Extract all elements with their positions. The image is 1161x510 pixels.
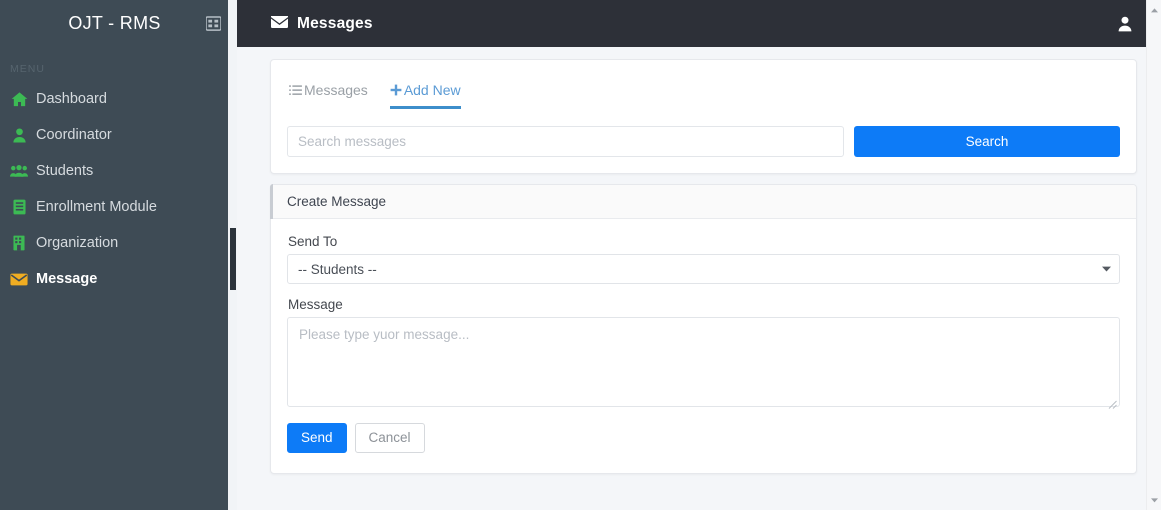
tab-label: Messages bbox=[304, 82, 368, 98]
grid-icon[interactable] bbox=[203, 14, 223, 34]
scroll-up-icon[interactable] bbox=[1147, 3, 1161, 18]
create-message-header: Create Message bbox=[271, 185, 1136, 219]
search-row: Search bbox=[287, 126, 1120, 157]
sidebar-item-label: Organization bbox=[36, 235, 119, 251]
message-textarea[interactable] bbox=[287, 317, 1120, 407]
send-to-label: Send To bbox=[288, 234, 338, 249]
envelope-icon bbox=[271, 15, 288, 33]
send-to-select[interactable]: -- Students -- bbox=[287, 254, 1120, 284]
menu-section-label: MENU bbox=[10, 63, 45, 75]
tab-label: Add New bbox=[403, 82, 461, 98]
building-icon bbox=[10, 235, 28, 251]
form-actions: Send Cancel bbox=[287, 423, 1120, 453]
app-root: OJT - RMS MENU Dashboard Coordinator Stu… bbox=[0, 0, 1161, 510]
sidebar-brand: OJT - RMS bbox=[0, 0, 237, 47]
search-input[interactable] bbox=[287, 126, 844, 157]
cancel-button[interactable]: Cancel bbox=[354, 423, 425, 453]
message-field bbox=[287, 317, 1120, 409]
topbar: Messages bbox=[237, 0, 1161, 47]
sidebar-item-label: Dashboard bbox=[36, 91, 107, 107]
content: Messages Add New Search messages Search … bbox=[237, 47, 1161, 474]
message-label: Message bbox=[288, 297, 343, 312]
sidebar-nav: Dashboard Coordinator Students Enrollmen… bbox=[0, 81, 237, 297]
page-scrollbar[interactable] bbox=[1146, 0, 1161, 510]
sidebar-item-label: Enrollment Module bbox=[36, 199, 157, 215]
sidebar-item-label: Students bbox=[36, 163, 94, 179]
send-button[interactable]: Send bbox=[287, 423, 347, 453]
main-area: Messages Messages Add New Search message… bbox=[237, 0, 1161, 510]
sidebar-item-organization[interactable]: Organization bbox=[0, 225, 237, 261]
tabs-card: Messages Add New Search messages Search bbox=[270, 59, 1137, 174]
send-to-field: -- Students -- bbox=[287, 254, 1120, 284]
sidebar-item-enrollment-module[interactable]: Enrollment Module bbox=[0, 189, 237, 225]
create-message-body: Send To -- Students -- Message Please ty… bbox=[271, 219, 1136, 473]
envelope-icon bbox=[10, 271, 28, 287]
home-icon bbox=[10, 91, 28, 107]
sidebar-item-students[interactable]: Students bbox=[0, 153, 237, 189]
sidebar-item-label: Coordinator bbox=[36, 127, 112, 143]
brand-title: OJT - RMS bbox=[68, 13, 161, 33]
plus-icon bbox=[390, 84, 402, 96]
sidebar-scrollbar-thumb[interactable] bbox=[230, 228, 236, 290]
sidebar-item-coordinator[interactable]: Coordinator bbox=[0, 117, 237, 153]
scroll-down-icon[interactable] bbox=[1147, 493, 1161, 508]
create-message-card: Create Message Send To -- Students -- Me… bbox=[270, 184, 1137, 474]
search-button[interactable]: Search bbox=[854, 126, 1120, 157]
sidebar-item-label: Message bbox=[36, 271, 98, 287]
tab-add-new[interactable]: Add New bbox=[389, 82, 461, 109]
user-icon bbox=[10, 127, 28, 143]
sidebar-item-message[interactable]: Message bbox=[0, 261, 237, 297]
page-title-text: Messages bbox=[297, 14, 373, 32]
sidebar-item-dashboard[interactable]: Dashboard bbox=[0, 81, 237, 117]
tab-bar: Messages Add New bbox=[287, 82, 1120, 109]
sidebar: OJT - RMS MENU Dashboard Coordinator Stu… bbox=[0, 0, 237, 510]
list-icon bbox=[289, 84, 302, 96]
book-icon bbox=[10, 199, 28, 215]
tab-messages[interactable]: Messages bbox=[289, 82, 368, 109]
users-icon bbox=[10, 163, 28, 179]
sidebar-scrollbar[interactable] bbox=[228, 0, 237, 510]
user-icon[interactable] bbox=[1113, 12, 1137, 36]
page-title: Messages bbox=[271, 15, 373, 33]
